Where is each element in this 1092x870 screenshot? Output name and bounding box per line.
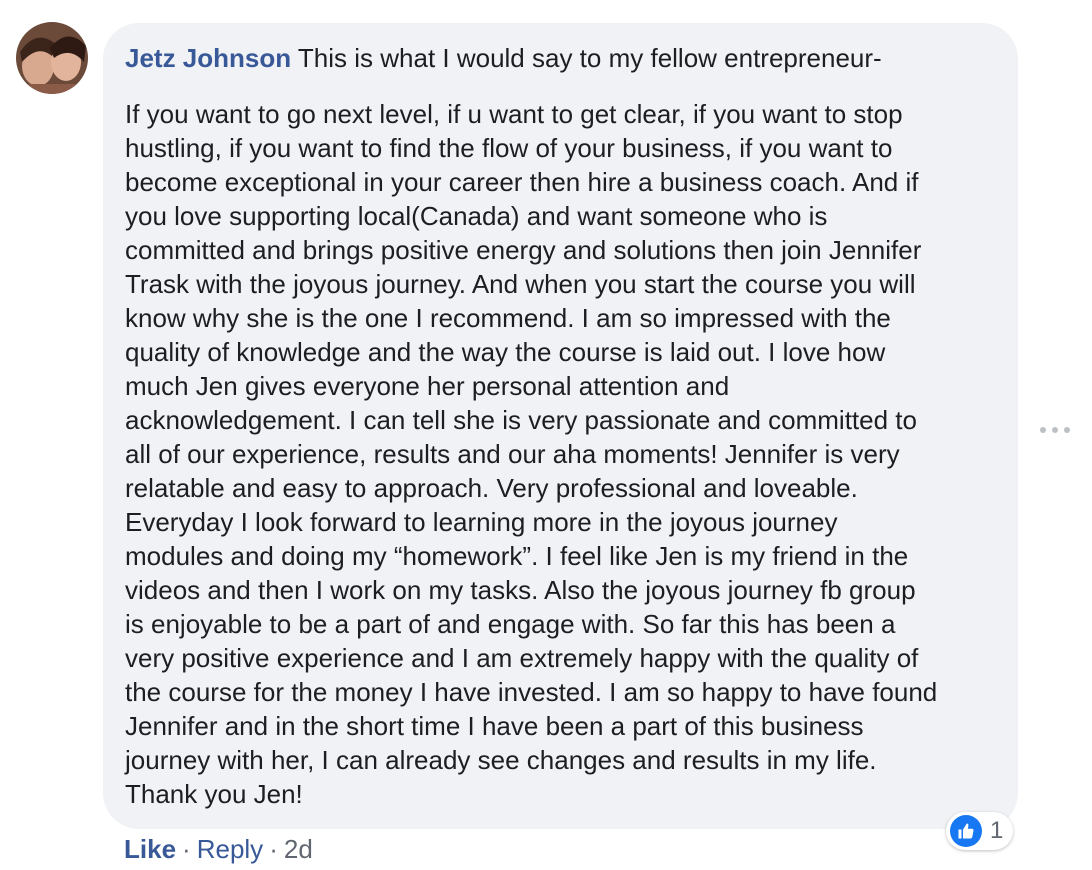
comment-line: all of our experience, results and our a… [125,439,900,469]
comment-actions: Like · Reply · 2d [124,832,313,866]
comment-line: you love supporting local(Canada) and wa… [125,201,828,231]
comment-line: quality of knowledge and the way the cou… [125,337,886,367]
comment-line: videos and then I work on my tasks. Also… [125,575,916,605]
avatar[interactable] [16,22,88,94]
comment-line: much Jen gives everyone her personal att… [125,371,730,401]
dot [1064,427,1070,433]
dot [1052,427,1058,433]
comment-intro: This is what I would say to my fellow en… [297,43,882,73]
comment-bubble: Jetz Johnson This is what I would say to… [103,23,1018,829]
comment-line: hustling, if you want to find the flow o… [125,133,893,163]
reaction-count: 1 [990,817,1004,844]
reply-button[interactable]: Reply [197,834,263,864]
comment-line: become exceptional in your career then h… [125,167,919,197]
comment-line: Everyday I look forward to learning more… [125,507,838,537]
separator: · [182,834,191,864]
comment-line: Jennifer and in the short time I have be… [125,711,864,741]
reaction-count-badge[interactable]: 1 [946,812,1014,850]
comment-line: acknowledgement. I can tell she is very … [125,405,917,435]
comment-line: relatable and easy to approach. Very pro… [125,473,858,503]
separator: · [269,834,278,864]
comment-line: Thank you Jen! [125,779,303,809]
comment-line: committed and brings positive energy and… [125,235,922,265]
timestamp[interactable]: 2d [284,834,313,864]
author-name-link[interactable]: Jetz Johnson [125,43,291,73]
comment-line: Trask with the joyous journey. And when … [125,269,916,299]
like-button[interactable]: Like [124,834,176,864]
comment-line: If you want to go next level, if u want … [125,99,903,129]
comment-line: the course for the money I have invested… [125,677,938,707]
comment-line: know why she is the one I recommend. I a… [125,303,891,333]
thumbs-up-icon [950,815,982,847]
comment-line: journey with her, I can already see chan… [125,745,877,775]
more-options-icon[interactable] [1040,422,1070,438]
comment-line: very positive experience and I am extrem… [125,643,919,673]
comment-line: modules and doing my “homework”. I feel … [125,541,909,571]
comment-body: If you want to go next level, if u want … [125,97,998,811]
comment-header: Jetz Johnson This is what I would say to… [125,41,998,75]
comment-line: is enjoyable to be a part of and engage … [125,609,896,639]
dot [1040,427,1046,433]
